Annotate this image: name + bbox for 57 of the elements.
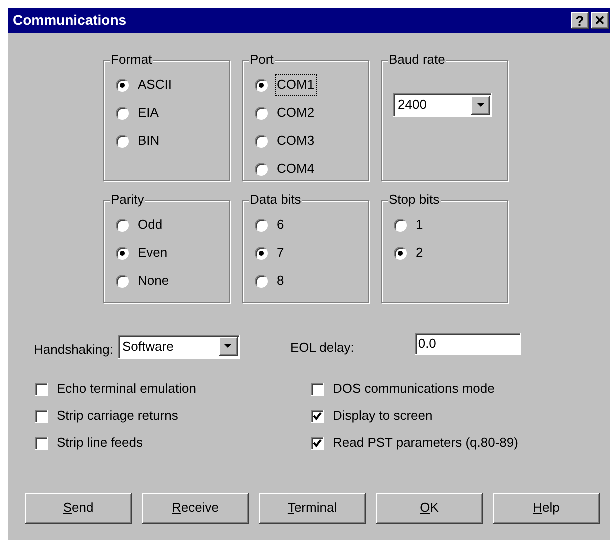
window-title: Communications [13, 11, 128, 30]
radio-label: 7 [276, 244, 286, 262]
radio-label: BIN [137, 132, 161, 150]
checkbox-label: Read PST parameters (q.80-89) [333, 434, 518, 452]
radio-button[interactable] [394, 218, 407, 232]
dialog-button[interactable]: OK [376, 492, 483, 524]
radio-button[interactable] [116, 134, 129, 148]
radio-button[interactable] [116, 274, 129, 288]
radio-button[interactable] [255, 134, 268, 148]
radio-button[interactable] [116, 218, 129, 232]
checkbox-label: Display to screen [333, 407, 433, 426]
radio-label: COM1 [276, 75, 316, 95]
radio-label: Odd [137, 216, 164, 234]
radio-label: ASCII [137, 76, 173, 94]
checkbox-label: Strip line feeds [57, 434, 143, 452]
handshaking-dropdown[interactable]: Software [118, 334, 240, 359]
radio-label: 6 [276, 216, 286, 234]
eol-delay-label: EOL delay: [290, 339, 354, 357]
group-title: Stop bits [388, 192, 441, 208]
radio-label: 2 [415, 244, 424, 262]
dialog-button[interactable]: Receive [142, 492, 249, 524]
radio-button[interactable] [255, 106, 268, 120]
radio-label: EIA [137, 104, 160, 122]
radio-button[interactable] [255, 274, 268, 288]
checkbox[interactable] [35, 382, 48, 396]
handshaking-label: Handshaking: [34, 341, 114, 359]
radio-button[interactable] [116, 246, 129, 260]
checkbox[interactable] [35, 436, 48, 450]
radio-label: Even [137, 244, 169, 262]
eol-delay-field[interactable]: 0.0 [415, 332, 522, 355]
radio-label: None [137, 272, 170, 290]
radio-label: COM4 [276, 160, 316, 178]
checkbox-label: DOS communications mode [333, 380, 495, 398]
baud-rate-dropdown[interactable]: 2400 [393, 93, 492, 117]
group-title: Parity [110, 192, 146, 208]
radio-label: COM2 [276, 104, 316, 122]
checkbox[interactable] [311, 436, 324, 450]
radio-button[interactable] [116, 78, 129, 92]
dialog-button[interactable]: Send [25, 492, 132, 524]
dialog-button[interactable]: Terminal [259, 492, 366, 524]
radio-button[interactable] [255, 78, 268, 92]
radio-label: COM3 [276, 132, 316, 150]
checkbox[interactable] [311, 410, 324, 422]
radio-button[interactable] [255, 218, 268, 232]
help-button[interactable]: ? [571, 12, 589, 29]
radio-button[interactable] [116, 106, 129, 120]
checkbox[interactable] [35, 410, 48, 422]
radio-label: 8 [276, 272, 286, 290]
radio-button[interactable] [394, 246, 407, 260]
dialog-button[interactable]: Help [493, 492, 600, 524]
checkbox[interactable] [311, 382, 324, 396]
checkbox-label: Strip carriage returns [57, 407, 178, 426]
checkbox-label: Echo terminal emulation [57, 380, 196, 398]
close-button[interactable]: × [591, 12, 609, 29]
radio-label: 1 [415, 216, 424, 234]
radio-button[interactable] [255, 246, 268, 260]
radio-button[interactable] [255, 162, 268, 176]
